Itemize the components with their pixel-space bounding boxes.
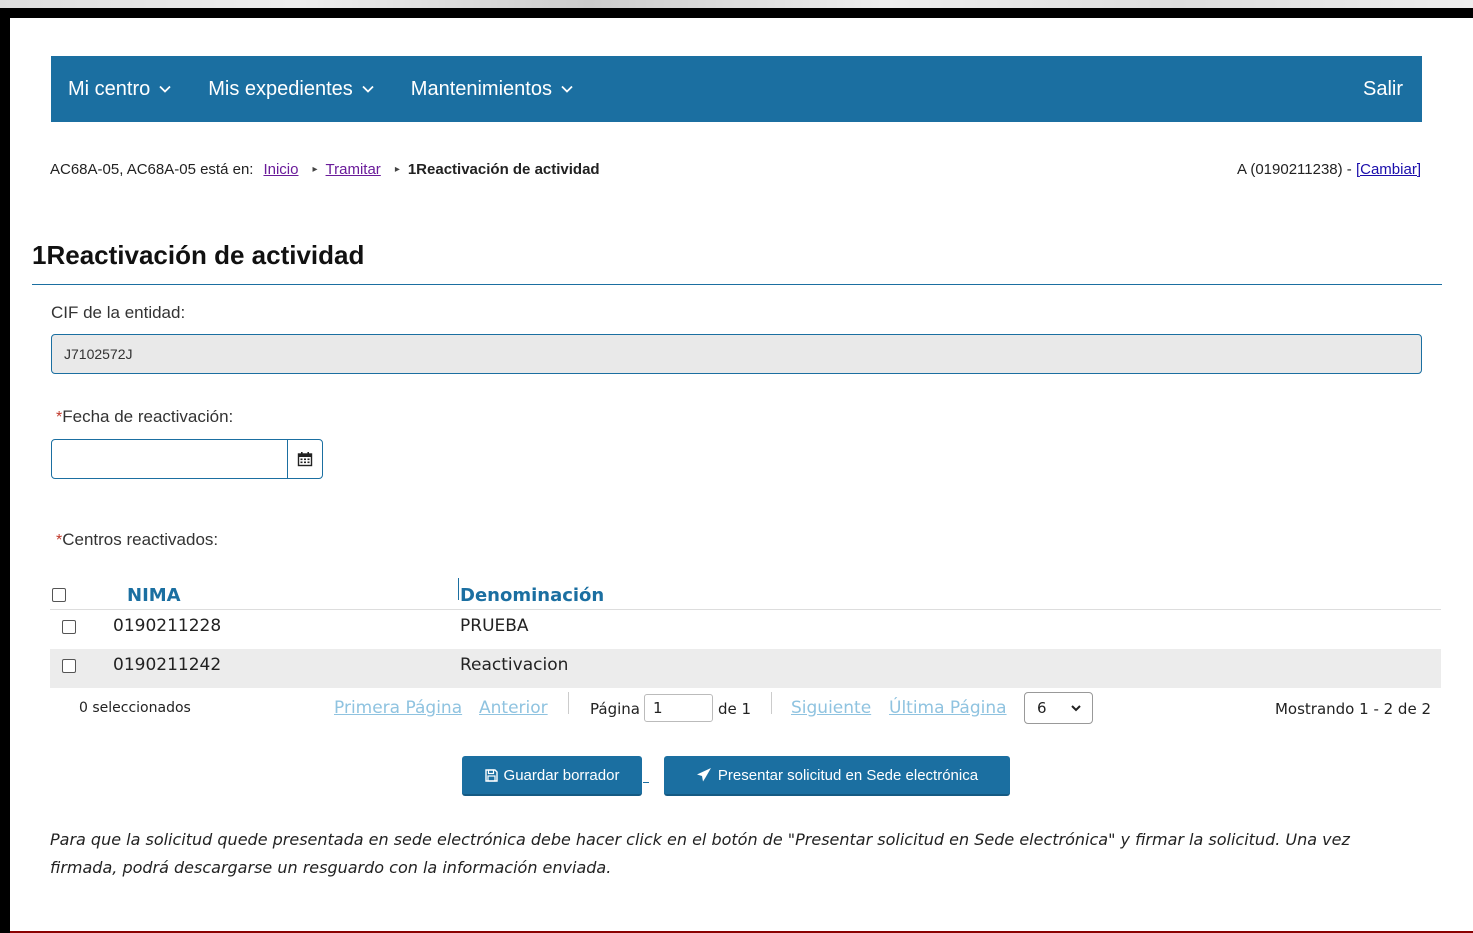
cif-label: CIF de la entidad:: [51, 303, 186, 322]
results-summary: Mostrando 1 - 2 de 2: [1274, 700, 1431, 718]
cell-nima: 0190211242: [113, 655, 222, 675]
cell-nima: 0190211228: [113, 616, 222, 636]
nav-mis-expedientes[interactable]: Mis expedientes: [208, 78, 375, 101]
cif-value: J7102572J: [64, 346, 133, 362]
save-draft-label: Guardar borrador: [503, 766, 620, 784]
date-field[interactable]: [51, 439, 288, 479]
nav-mantenimientos[interactable]: Mantenimientos: [411, 78, 574, 101]
user-info-text: A (0190211238) -: [1236, 161, 1356, 178]
chevron-down-icon: [561, 85, 573, 93]
breadcrumb-separator-icon: ▸: [312, 164, 318, 175]
next-page-link[interactable]: Siguiente: [791, 698, 871, 718]
pagination: 0 seleccionados Primera Página Anterior …: [50, 690, 1441, 726]
breadcrumb-link-inicio[interactable]: Inicio: [263, 161, 298, 178]
column-header-denominacion[interactable]: Denominación: [460, 585, 604, 606]
table-row[interactable]: 0190211242 Reactivacion: [50, 649, 1441, 688]
table-row[interactable]: 0190211228 PRUEBA: [50, 610, 1441, 649]
breadcrumb-link-tramitar[interactable]: Tramitar: [326, 161, 381, 178]
centros-table: NIMA Denominación 0190211228 PRUEBA 0190…: [50, 578, 1441, 688]
info-note: Para que la solicitud quede presentada e…: [50, 830, 1350, 877]
nav-mantenimientos-label: Mantenimientos: [410, 77, 552, 100]
calendar-button[interactable]: [287, 439, 323, 479]
first-page-link[interactable]: Primera Página: [334, 698, 462, 718]
chevron-down-icon: [159, 85, 171, 93]
column-header-nima[interactable]: NIMA: [127, 585, 181, 606]
logout-link[interactable]: Salir: [1363, 78, 1403, 101]
cell-denominacion: Reactivacion: [460, 655, 569, 675]
chevron-down-icon: [362, 85, 374, 93]
breadcrumb: AC68A-05, AC68A-05 está en: Inicio ▸ Tra…: [50, 161, 600, 178]
change-user-link[interactable]: [Cambiar]: [1356, 161, 1421, 178]
date-label-text: Fecha de reactivación:: [62, 407, 234, 426]
window-frame: Mi centro Mis expedientes Mantenimientos…: [0, 8, 1473, 933]
per-page-value: 6: [1037, 699, 1047, 717]
page-label: Página: [590, 700, 640, 718]
prev-page-link[interactable]: Anterior: [479, 698, 548, 718]
nav-mis-expedientes-label: Mis expedientes: [208, 77, 353, 100]
table-header: NIMA Denominación: [50, 578, 1441, 610]
button-spacer: [643, 782, 649, 783]
row-checkbox[interactable]: [62, 659, 76, 673]
selected-count: 0 seleccionados: [79, 700, 191, 716]
select-all-checkbox[interactable]: [52, 588, 66, 602]
submit-label: Presentar solicitud en Sede electrónica: [717, 766, 979, 784]
page-content: Mi centro Mis expedientes Mantenimientos…: [10, 18, 1473, 933]
column-resize-handle[interactable]: [458, 578, 459, 600]
main-navbar: Mi centro Mis expedientes Mantenimientos…: [51, 56, 1422, 122]
title-divider: [32, 284, 1442, 285]
date-label: *Fecha de reactivación:: [56, 407, 233, 427]
breadcrumb-current: 1Reactivación de actividad: [407, 161, 600, 178]
cif-field[interactable]: J7102572J: [51, 334, 1422, 374]
nav-mi-centro-label: Mi centro: [68, 77, 151, 100]
cell-denominacion: PRUEBA: [460, 616, 529, 636]
calendar-icon: [297, 452, 313, 467]
paper-plane-icon: [696, 768, 711, 782]
centros-label: *Centros reactivados:: [56, 530, 218, 550]
pager-divider: [771, 692, 772, 714]
background-glimpse: [0, 0, 1473, 8]
chevron-down-icon: [1071, 705, 1081, 712]
per-page-select[interactable]: 6: [1024, 692, 1093, 724]
page-of-label: de 1: [718, 700, 752, 718]
page-number-value: 1: [653, 699, 663, 717]
save-draft-button[interactable]: Guardar borrador: [462, 756, 642, 796]
row-checkbox[interactable]: [62, 620, 76, 634]
floppy-disk-icon: [484, 768, 498, 782]
submit-button[interactable]: Presentar solicitud en Sede electrónica: [664, 756, 1010, 796]
page-number-input[interactable]: 1: [644, 694, 713, 722]
breadcrumb-prefix: AC68A-05, AC68A-05 está en:: [50, 161, 254, 178]
last-page-link[interactable]: Última Página: [889, 698, 1007, 718]
centros-label-text: Centros reactivados:: [62, 530, 219, 549]
user-info: A (0190211238) - [Cambiar]: [1237, 161, 1421, 178]
page-title: 1Reactivación de actividad: [32, 240, 365, 270]
breadcrumb-separator-icon: ▸: [394, 164, 400, 175]
nav-mi-centro[interactable]: Mi centro: [68, 78, 172, 101]
pager-divider: [568, 692, 569, 714]
